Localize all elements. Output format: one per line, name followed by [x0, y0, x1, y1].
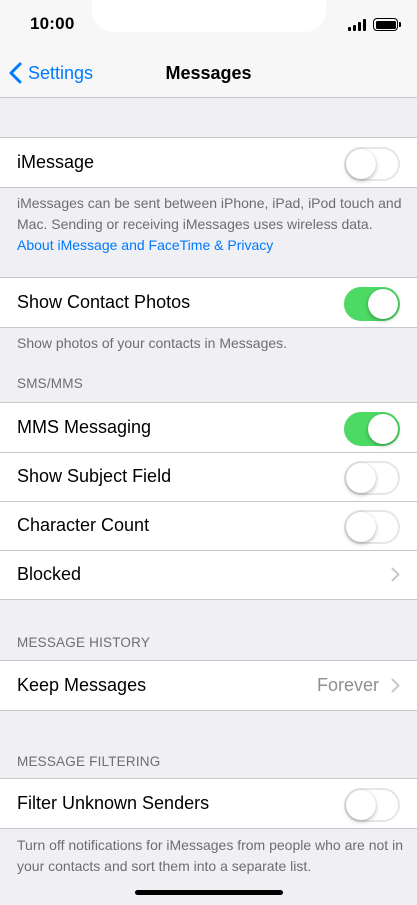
imessage-footer: iMessages can be sent between iPhone, iP…: [17, 193, 407, 256]
about-imessage-privacy-link[interactable]: About iMessage and FaceTime & Privacy: [17, 237, 273, 253]
keep-messages-value: Forever: [316, 675, 379, 695]
mms-messaging-toggle[interactable]: [344, 412, 400, 446]
show-subject-field-row: Show Subject Field: [0, 452, 417, 501]
mms-messaging-row: MMS Messaging: [0, 403, 417, 452]
mms-messaging-label: MMS Messaging: [17, 417, 152, 437]
notch: [92, 0, 326, 32]
contact-photos-section: Show Contact Photos: [0, 277, 417, 328]
filter-unknown-senders-row: Filter Unknown Senders: [0, 779, 417, 828]
filter-unknown-senders-label: Filter Unknown Senders: [17, 793, 210, 813]
filter-unknown-senders-toggle[interactable]: [344, 788, 400, 822]
sms-mms-header: SMS/MMS: [17, 376, 83, 391]
show-subject-field-label: Show Subject Field: [17, 466, 172, 486]
chevron-right-icon: [391, 567, 400, 582]
imessage-toggle[interactable]: [344, 147, 400, 181]
status-bar: 10:00: [0, 0, 417, 50]
message-filtering-header: MESSAGE FILTERING: [17, 754, 161, 769]
page-title: Messages: [165, 63, 252, 83]
message-filtering-section: Filter Unknown Senders: [0, 778, 417, 829]
status-time: 10:00: [30, 14, 75, 33]
contact-photos-footer: Show photos of your contacts in Messages…: [17, 335, 288, 351]
character-count-label: Character Count: [17, 515, 150, 535]
character-count-toggle[interactable]: [344, 510, 400, 544]
imessage-footer-text: iMessages can be sent between iPhone, iP…: [17, 195, 402, 232]
battery-icon: [373, 18, 401, 31]
show-contact-photos-row: Show Contact Photos: [0, 278, 417, 327]
message-filtering-footer: Turn off notifications for iMessages fro…: [17, 837, 403, 874]
keep-messages-row[interactable]: Keep Messages Forever: [0, 661, 417, 710]
blocked-label: Blocked: [17, 564, 82, 584]
imessage-label: iMessage: [17, 152, 95, 172]
blocked-row[interactable]: Blocked: [0, 550, 417, 599]
imessage-section: iMessage: [0, 137, 417, 188]
message-history-section: Keep Messages Forever: [0, 660, 417, 711]
character-count-row: Character Count: [0, 501, 417, 550]
show-subject-field-toggle[interactable]: [344, 461, 400, 495]
show-contact-photos-label: Show Contact Photos: [17, 292, 191, 312]
chevron-right-icon: [391, 678, 400, 693]
show-contact-photos-toggle[interactable]: [344, 287, 400, 321]
message-history-header: MESSAGE HISTORY: [17, 635, 151, 650]
sms-mms-section: MMS Messaging Show Subject Field Charact…: [0, 402, 417, 600]
home-indicator[interactable]: [135, 890, 283, 895]
signal-icon: [348, 19, 368, 31]
imessage-row: iMessage: [0, 138, 417, 187]
navigation-bar: Settings Messages: [0, 50, 417, 98]
keep-messages-label: Keep Messages: [17, 675, 147, 695]
